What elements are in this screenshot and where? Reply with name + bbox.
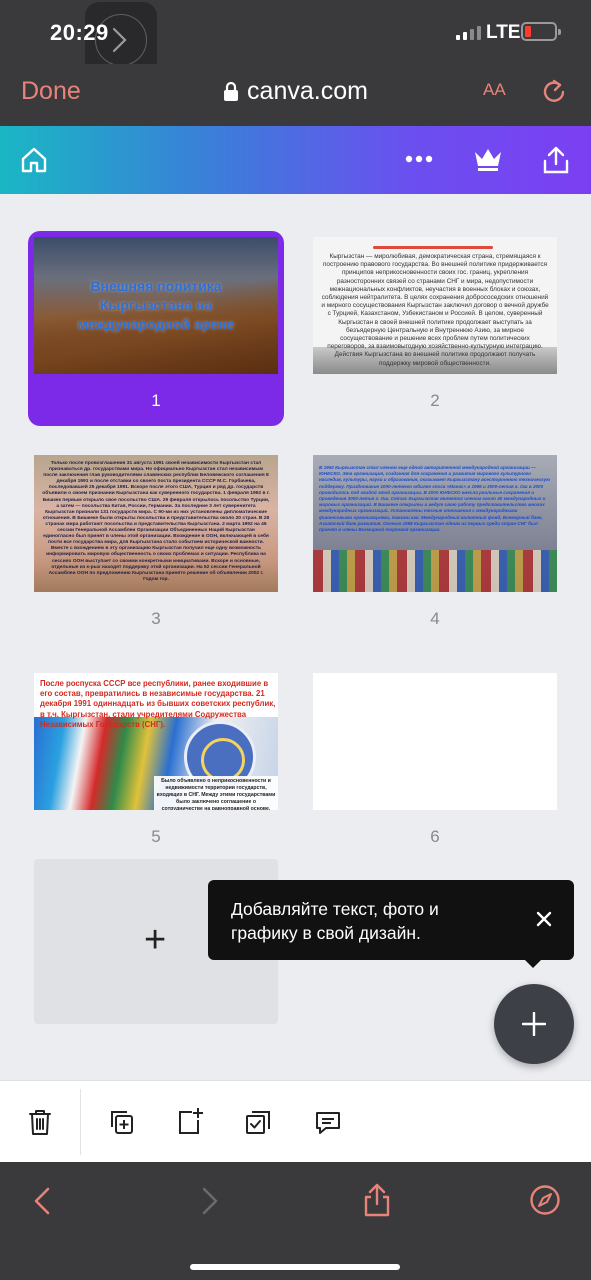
- thumbnail-image: [313, 550, 557, 592]
- slide-title: Внешняя политика Кыргызстана на междунар…: [77, 278, 235, 332]
- duplicate-page-icon[interactable]: [107, 1108, 135, 1136]
- signal-icon: [456, 25, 481, 40]
- select-pages-icon[interactable]: [244, 1108, 272, 1136]
- lock-icon: [224, 81, 239, 101]
- page-number: 2: [430, 391, 440, 410]
- home-icon[interactable]: [20, 146, 48, 174]
- text-size-button[interactable]: AA: [483, 80, 506, 100]
- more-icon[interactable]: [405, 155, 433, 163]
- home-indicator: [190, 1264, 400, 1270]
- add-content-button[interactable]: [494, 984, 574, 1064]
- browser-bottom-bar: [0, 1162, 591, 1280]
- slide-text: Только после провозглашения 31 августа 1…: [42, 461, 270, 582]
- tooltip: Добавляйте текст, фото и графику в свой …: [208, 880, 574, 968]
- page-thumbnail[interactable]: Кыргызстан — миролюбивая, демократическа…: [313, 237, 557, 374]
- network-type: LTE: [486, 22, 521, 43]
- tooltip-arrow: [524, 959, 542, 968]
- browser-url-bar: Done canva.com AA: [0, 64, 591, 126]
- accent-line: [373, 246, 493, 249]
- back-icon[interactable]: [32, 1186, 52, 1216]
- page-number: 1: [151, 391, 161, 410]
- page-thumbnail[interactable]: После роспуска СССР все республики, ране…: [34, 673, 278, 810]
- chevron-right-icon: [112, 27, 127, 53]
- status-time: 20:29: [50, 20, 109, 45]
- page-number: 6: [430, 827, 440, 846]
- page-thumbnail[interactable]: В 1992 Кыргызстан стал членом еще одной …: [313, 455, 557, 592]
- share-icon[interactable]: [542, 145, 570, 175]
- tooltip-text: Добавляйте текст, фото и графику в свой …: [231, 899, 439, 943]
- url-text: canva.com: [247, 77, 368, 105]
- compass-icon[interactable]: [529, 1184, 561, 1216]
- trash-icon[interactable]: [27, 1108, 53, 1136]
- crown-icon[interactable]: [473, 146, 503, 172]
- slide-text: После роспуска СССР все республики, ране…: [40, 679, 276, 729]
- reload-icon[interactable]: [540, 78, 568, 106]
- page-thumbnail[interactable]: [313, 673, 557, 810]
- text-size-label: AA: [483, 80, 506, 99]
- add-page-icon[interactable]: [176, 1106, 204, 1136]
- page-number: 5: [151, 827, 161, 846]
- page-number: 3: [151, 609, 161, 628]
- plus-icon: [522, 1012, 546, 1036]
- page-thumbnail[interactable]: Внешняя политика Кыргызстана на междунар…: [34, 237, 278, 374]
- share-icon[interactable]: [362, 1182, 392, 1218]
- canva-header: [0, 126, 591, 194]
- battery-icon: [521, 22, 561, 41]
- toolbar-divider: [80, 1089, 81, 1155]
- page-thumbnail[interactable]: Только после провозглашения 31 августа 1…: [34, 455, 278, 592]
- comment-icon[interactable]: [314, 1110, 342, 1136]
- plus-icon: +: [144, 919, 167, 961]
- slide-text: Кыргызстан — миролюбивая, демократическа…: [321, 253, 549, 367]
- slide-text: В 1992 Кыргызстан стал членом еще одной …: [319, 465, 551, 533]
- slide-note: Было объявлено о неприкосновенности и не…: [154, 776, 278, 810]
- page-toolbar: [0, 1080, 591, 1162]
- forward-icon[interactable]: [200, 1186, 220, 1216]
- status-bar: 20:29 LTE: [0, 0, 591, 82]
- page-number: 4: [430, 609, 440, 628]
- close-icon[interactable]: [533, 908, 555, 930]
